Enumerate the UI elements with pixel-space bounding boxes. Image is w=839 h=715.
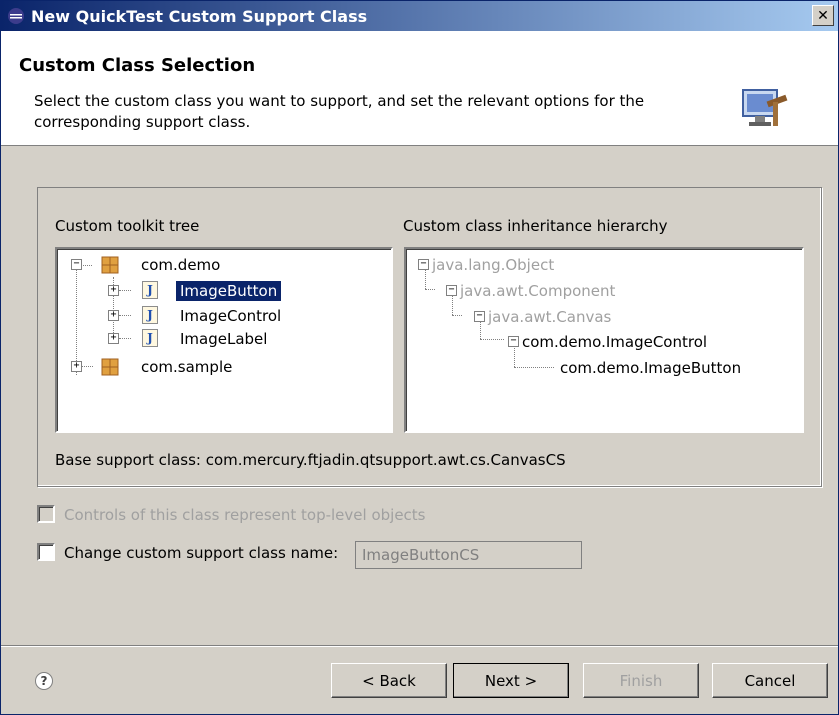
page-description: Select the custom class you want to supp… [34,92,645,131]
hierarchy-item-label: java.awt.Component [460,282,616,300]
next-button-label: Next > [484,671,538,690]
expand-icon[interactable]: + [108,310,119,321]
expand-icon[interactable]: + [108,333,119,344]
package-icon [101,256,119,274]
hierarchy-item-label: com.demo.ImageButton [560,359,742,377]
hierarchy-item-label: com.demo.ImageControl [522,333,708,351]
hierarchy-item-label: java.awt.Canvas [488,308,612,326]
collapse-icon[interactable]: − [474,311,485,322]
toolkit-tree[interactable]: − com.demo + J ImageButton + J ImageCont… [55,247,393,433]
toolkit-tree-label: Custom toolkit tree [55,217,200,235]
wizard-header: Custom Class Selection Select the custom… [1,31,838,146]
back-button[interactable]: < Back [331,663,447,698]
base-support-class: Base support class: com.mercury.ftjadin.… [55,451,566,469]
back-button-label: < Back [362,671,416,690]
change-name-label: Change custom support class name: [64,544,339,562]
package-icon [101,358,119,376]
next-button[interactable]: Next > [453,663,569,698]
hierarchy-tree[interactable]: − java.lang.Object − java.awt.Component … [404,247,804,433]
java-class-icon: J [142,329,158,347]
java-class-icon: J [142,306,158,324]
hierarchy-label: Custom class inheritance hierarchy [403,217,668,235]
hierarchy-item-label: java.lang.Object [432,256,555,274]
collapse-icon[interactable]: − [71,259,82,270]
tree-item-label: ImageLabel [180,330,268,348]
tree-item-label: com.demo [141,256,221,274]
collapse-icon[interactable]: − [508,336,519,347]
collapse-icon[interactable]: − [446,285,457,296]
wizard-banner-icon [742,89,788,126]
tree-item-label: ImageButton [176,281,282,301]
footer-separator [1,645,838,647]
tree-item-label: com.sample [141,358,233,376]
window-title: New QuickTest Custom Support Class [31,6,368,26]
collapse-icon[interactable]: − [418,259,429,270]
expand-icon[interactable]: + [108,285,119,296]
finish-button-label: Finish [619,671,663,690]
eclipse-app-icon [8,8,24,24]
close-icon: ✕ [817,7,829,24]
page-title: Custom Class Selection [19,55,256,76]
top-level-objects-checkbox[interactable] [37,505,55,523]
cancel-button-label: Cancel [744,671,796,690]
class-name-input[interactable]: ImageButtonCS [355,541,582,569]
finish-button[interactable]: Finish [583,663,699,698]
title-bar[interactable]: New QuickTest Custom Support Class ✕ [1,1,838,31]
cancel-button[interactable]: Cancel [712,663,828,698]
help-icon[interactable]: ? [35,672,53,690]
change-name-checkbox[interactable] [37,543,55,561]
top-level-objects-label: Controls of this class represent top-lev… [64,506,426,524]
tree-item-label: ImageControl [180,307,282,325]
dialog-window: New QuickTest Custom Support Class ✕ Cus… [0,0,839,715]
expand-icon[interactable]: + [71,361,82,372]
java-class-icon: J [142,281,158,299]
close-button[interactable]: ✕ [812,5,834,26]
